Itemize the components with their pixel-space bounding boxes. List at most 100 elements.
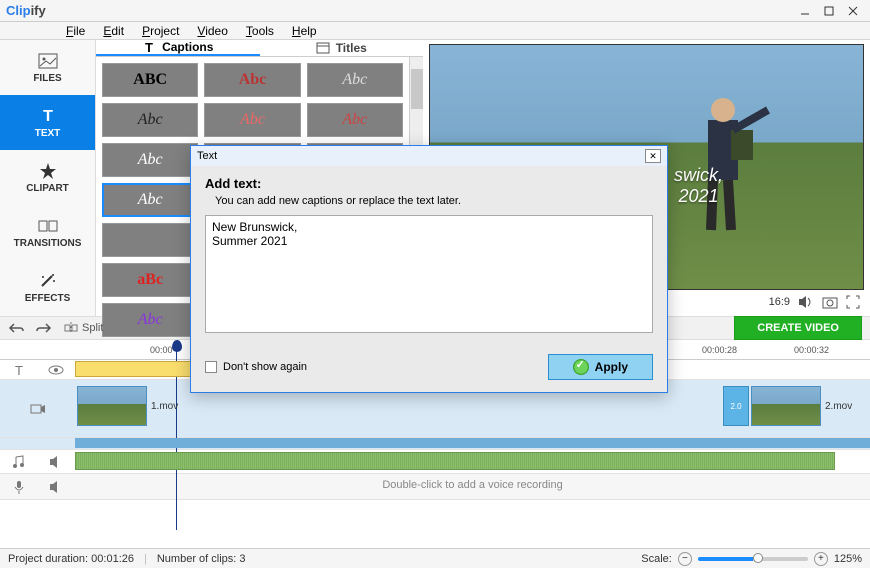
menu-file[interactable]: File	[66, 24, 85, 38]
image-icon	[38, 52, 58, 70]
status-duration-value: 00:01:26	[91, 553, 134, 565]
transitions-icon	[38, 217, 58, 235]
sidebar-label: TRANSITIONS	[14, 238, 82, 249]
caption-style[interactable]	[102, 223, 198, 257]
tab-label: Captions	[162, 40, 213, 54]
add-text-dialog: Text ✕ Add text: You can add new caption…	[190, 145, 668, 393]
transition-box[interactable]: 2.0	[723, 386, 749, 426]
sidebar-label: EFFECTS	[25, 293, 71, 304]
svg-text:T: T	[145, 40, 153, 54]
status-duration-label: Project duration:	[8, 553, 88, 565]
status-clips-value: 3	[239, 553, 245, 565]
audio-waveform[interactable]	[75, 452, 835, 470]
wand-icon	[38, 272, 58, 290]
close-button[interactable]	[842, 3, 864, 19]
volume-icon[interactable]	[48, 479, 64, 495]
sidebar-transitions[interactable]: TRANSITIONS	[0, 206, 95, 261]
logo-prefix: Clip	[6, 3, 31, 18]
caption-style[interactable]: Abc	[204, 63, 300, 97]
eye-icon[interactable]	[48, 362, 64, 378]
text-icon: T	[38, 107, 58, 125]
ruler-tick: 00:00:28	[702, 345, 737, 355]
video-clip-2[interactable]: 2.0 2.mov	[723, 386, 852, 426]
menu-video[interactable]: Video	[197, 24, 227, 38]
split-button[interactable]: Split	[64, 321, 103, 335]
zoom-in-button[interactable]: +	[814, 552, 828, 566]
caption-style[interactable]: ABC	[102, 63, 198, 97]
sidebar-files[interactable]: FILES	[0, 40, 95, 95]
ruler-tick: 00:00:32	[794, 345, 829, 355]
caption-style[interactable]: Abc	[102, 143, 198, 177]
redo-button[interactable]	[36, 320, 52, 336]
caption-style[interactable]: Abc	[307, 103, 403, 137]
volume-icon[interactable]	[48, 454, 64, 470]
undo-button[interactable]	[8, 320, 24, 336]
menubar: File Edit Project Video Tools Help	[0, 22, 870, 40]
preview-figure	[673, 75, 783, 235]
zoom-slider[interactable]	[698, 557, 808, 561]
caption-style[interactable]: Abc	[204, 103, 300, 137]
sidebar-label: FILES	[33, 73, 61, 84]
sidebar-label: CLIPART	[26, 183, 69, 194]
dialog-titlebar[interactable]: Text ✕	[191, 146, 667, 166]
dialog-close-button[interactable]: ✕	[645, 149, 661, 163]
star-icon	[38, 162, 58, 180]
checkbox-box	[205, 361, 217, 373]
caption-style-selected[interactable]: Abc	[102, 183, 198, 217]
scale-label: Scale:	[641, 553, 672, 565]
track-audio	[0, 450, 870, 474]
status-clips-label: Number of clips:	[157, 553, 236, 565]
tab-label: Titles	[336, 41, 367, 55]
camera-icon	[30, 401, 46, 417]
menu-project[interactable]: Project	[142, 24, 179, 38]
voice-placeholder: Double-click to add a voice recording	[382, 479, 562, 491]
tab-titles[interactable]: Titles	[260, 40, 424, 56]
fullscreen-icon[interactable]	[846, 295, 860, 309]
menu-edit[interactable]: Edit	[103, 24, 124, 38]
volume-icon[interactable]	[798, 295, 814, 309]
text-track-icon: T	[11, 362, 27, 378]
preview-caption: swick, 2021	[674, 165, 723, 207]
track-voice[interactable]: Double-click to add a voice recording	[0, 474, 870, 500]
maximize-button[interactable]	[818, 3, 840, 19]
apply-button[interactable]: Apply	[548, 354, 653, 380]
dont-show-checkbox[interactable]: Don't show again	[205, 361, 307, 373]
caption-style[interactable]: Abc	[102, 103, 198, 137]
titlebar: Clipify	[0, 0, 870, 22]
sidebar-label: TEXT	[35, 128, 61, 139]
create-video-button[interactable]: CREATE VIDEO	[734, 316, 862, 340]
sidebar-text[interactable]: T TEXT	[0, 95, 95, 150]
music-icon	[11, 454, 27, 470]
snapshot-icon[interactable]	[822, 295, 838, 309]
check-icon	[573, 359, 589, 375]
minimize-button[interactable]	[794, 3, 816, 19]
dialog-title: Text	[197, 150, 217, 162]
clip-thumbnail	[77, 386, 147, 426]
video-clip-1[interactable]: 1.mov	[77, 386, 178, 426]
playhead[interactable]	[172, 340, 182, 352]
fade-bar[interactable]	[75, 438, 870, 448]
ruler-tick: 00:00	[150, 345, 173, 355]
menu-help[interactable]: Help	[292, 24, 317, 38]
menu-tools[interactable]: Tools	[246, 24, 274, 38]
text-icon: T	[142, 40, 156, 54]
zoom-out-button[interactable]: −	[678, 552, 692, 566]
tab-captions[interactable]: T Captions	[96, 40, 260, 56]
caption-style[interactable]: aBc	[102, 263, 198, 297]
dialog-subtext: You can add new captions or replace the …	[215, 195, 653, 207]
aspect-ratio[interactable]: 16:9	[769, 296, 790, 308]
statusbar: Project duration: 00:01:26 | Number of c…	[0, 548, 870, 568]
clip-thumbnail	[751, 386, 821, 426]
mic-icon	[11, 479, 27, 495]
split-icon	[64, 321, 78, 335]
caption-text-input[interactable]	[205, 215, 653, 333]
sidebar-clipart[interactable]: CLIPART	[0, 150, 95, 205]
caption-style[interactable]: Abc	[307, 63, 403, 97]
dialog-heading: Add text:	[205, 176, 653, 191]
caption-style[interactable]: Abc	[102, 303, 198, 337]
svg-text:T: T	[15, 363, 23, 378]
film-icon	[316, 41, 330, 55]
sidebar: FILES T TEXT CLIPART TRANSITIONS EFFECTS	[0, 40, 96, 316]
sidebar-effects[interactable]: EFFECTS	[0, 261, 95, 316]
scale-value: 125%	[834, 553, 862, 565]
